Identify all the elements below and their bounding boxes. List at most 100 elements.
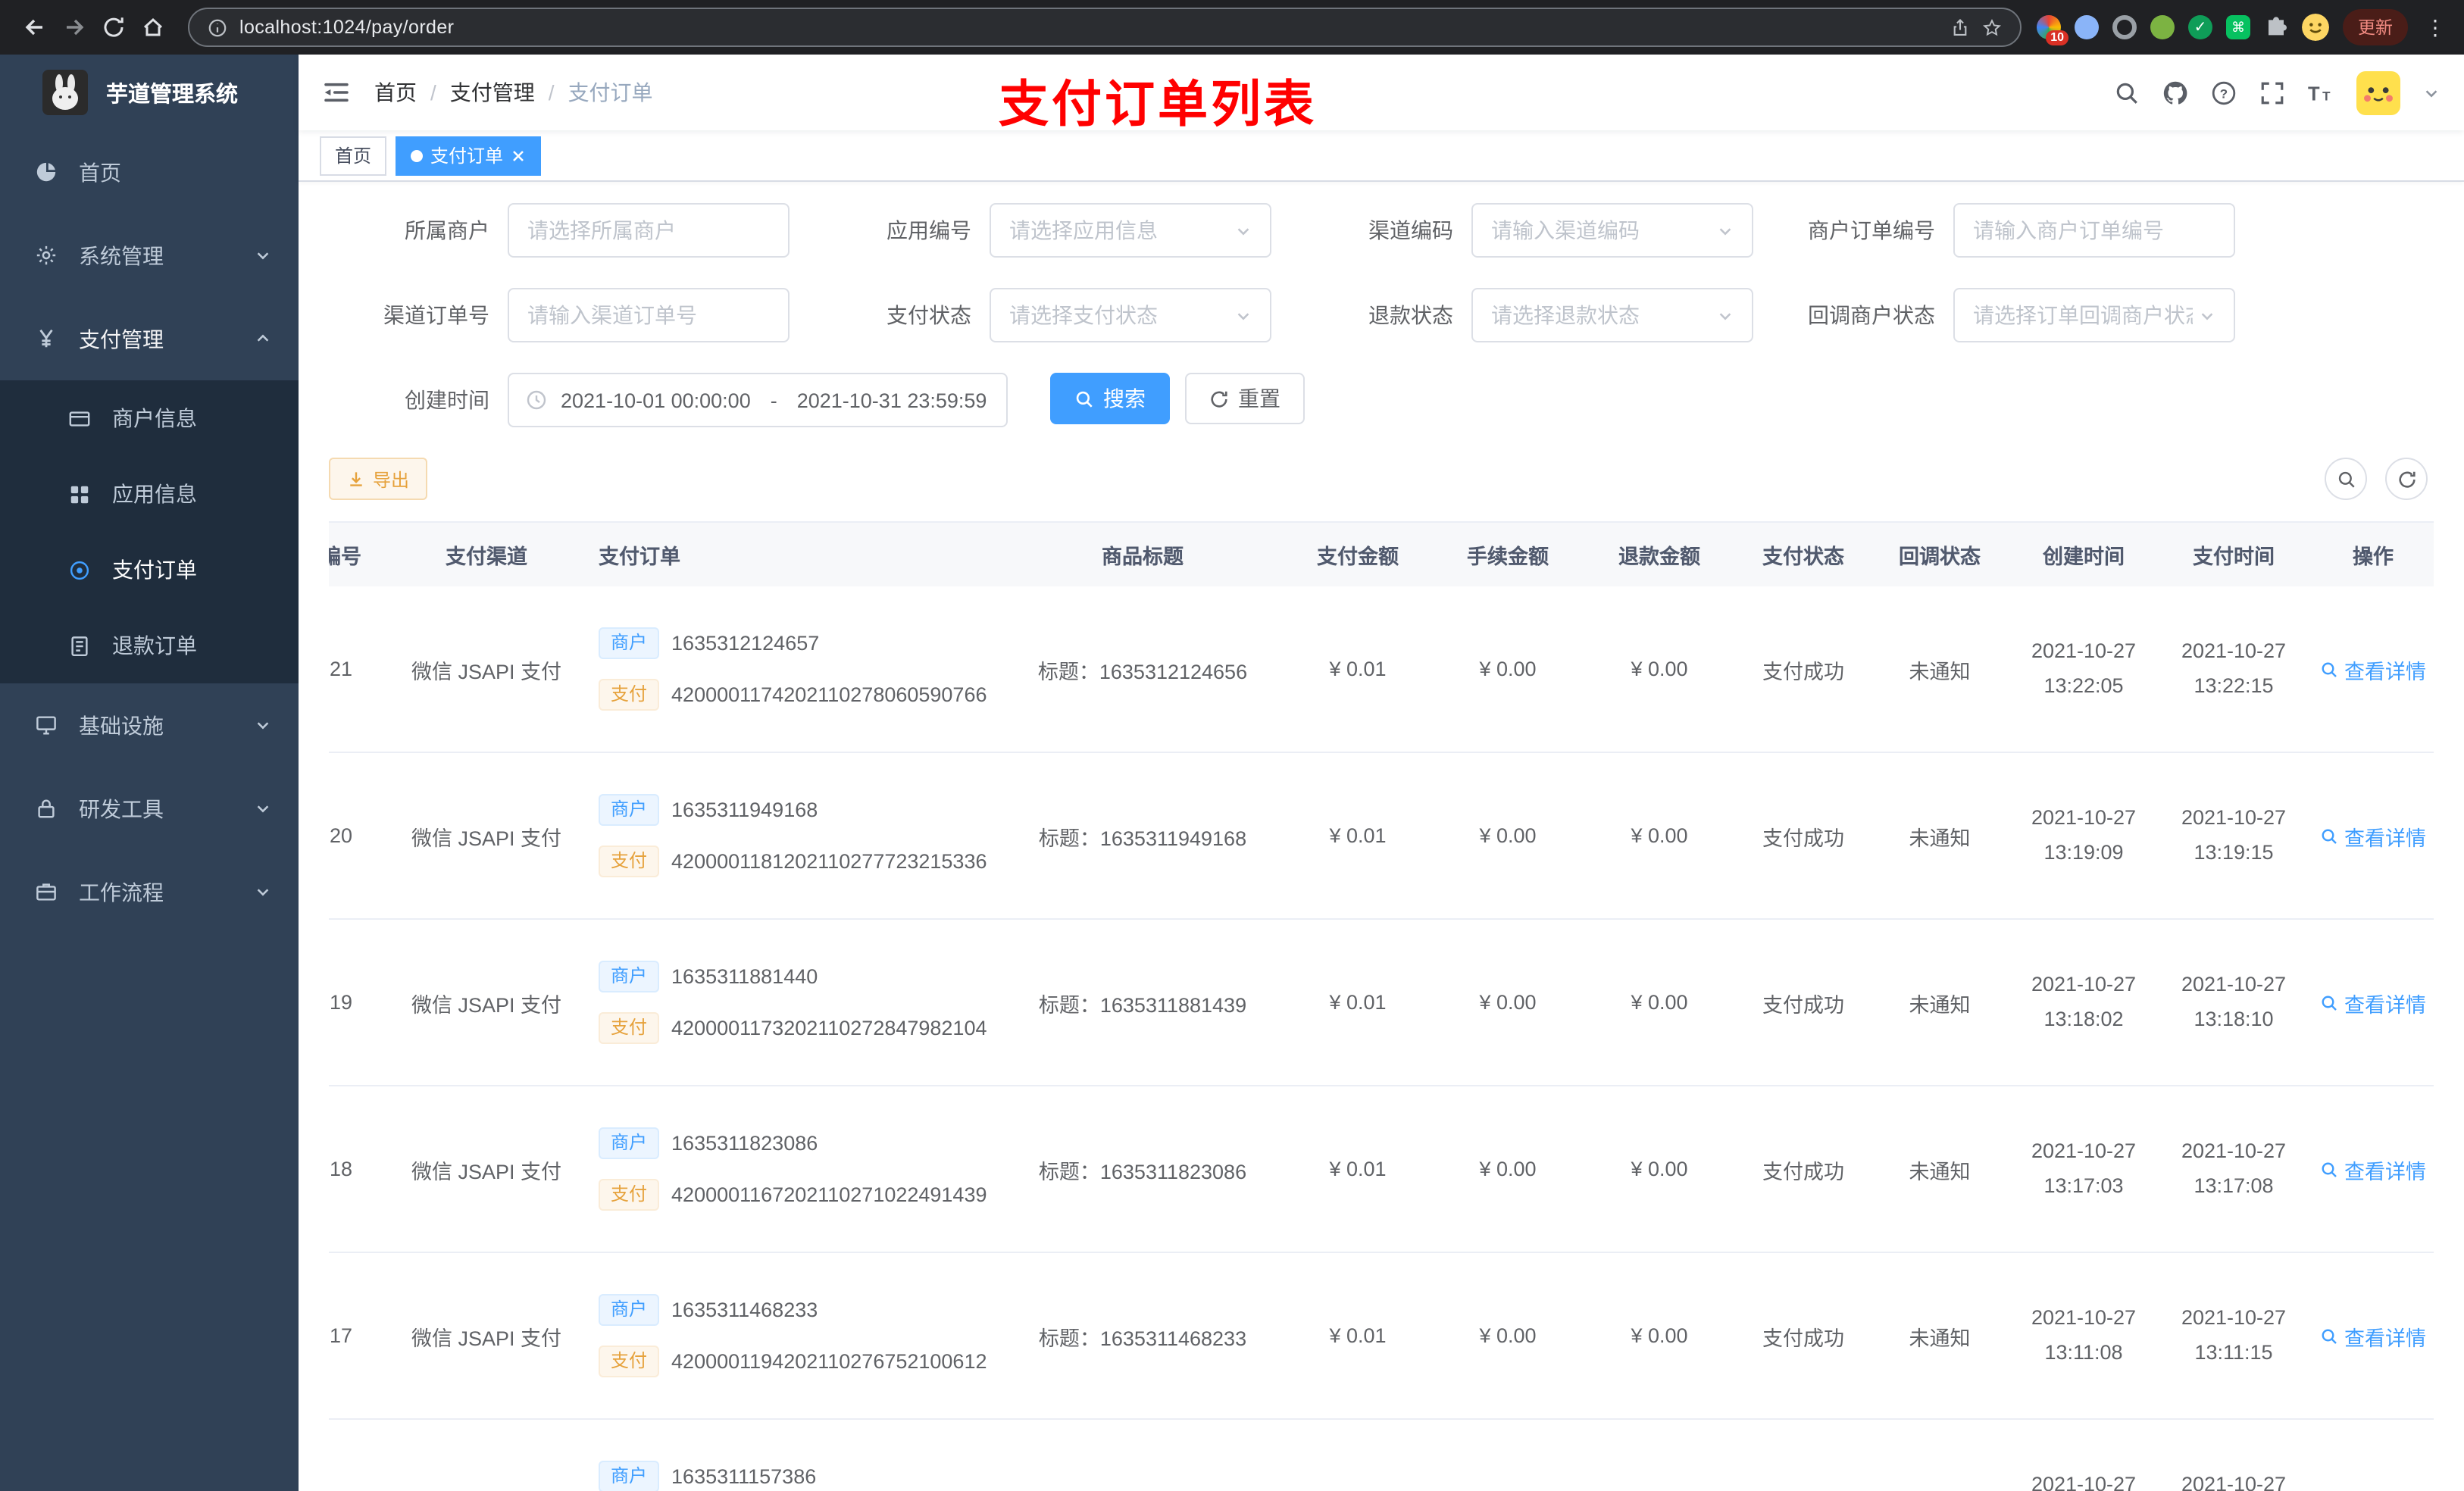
column-header: 手续金额 [1467,545,1549,568]
view-detail-link[interactable]: 查看详情 [2320,987,2426,1017]
channel-order-no-input[interactable] [508,288,790,342]
sidebar-menu: 首页 系统管理 支付管理 商户信息 应用信息 支付订单 退款订单 基础设施 研发… [0,130,299,933]
chevron-down-icon [1717,222,1734,239]
sidebar-item-refund-order[interactable]: 退款订单 [0,608,299,683]
extension-icon[interactable]: ⌘ [2226,15,2250,39]
bookmark-star-icon[interactable] [1982,17,2002,37]
close-icon[interactable] [511,148,526,163]
cell-status: 支付成功 [1762,827,1844,849]
sidebar-item-system[interactable]: 系统管理 [0,214,299,297]
home-icon[interactable] [133,8,173,47]
sidebar-item-payment[interactable]: 支付管理 [0,297,299,380]
profile-avatar[interactable] [2302,14,2329,41]
column-header: 支付金额 [1317,545,1399,568]
sidebar-item-app-info[interactable]: 应用信息 [0,456,299,532]
app-no-select[interactable]: 请选择应用信息 [990,203,1271,258]
extension-icon[interactable] [2150,15,2175,39]
cell-amount: ¥ 0.01 [1284,1420,1432,1491]
caret-down-icon[interactable] [2423,84,2440,101]
sidebar-item-merchant-info[interactable]: 商户信息 [0,380,299,456]
tab-home[interactable]: 首页 [320,136,387,175]
url-text[interactable]: localhost:1024/pay/order [239,17,1938,38]
back-icon[interactable] [15,8,55,47]
reset-button[interactable]: 重置 [1185,373,1305,424]
font-size-icon[interactable]: TT [2308,80,2334,105]
toggle-search-button[interactable] [2325,458,2367,500]
cell-title: 标题：1635311949168 [1038,827,1247,849]
share-icon[interactable] [1950,17,1970,37]
reload-icon[interactable] [94,8,133,47]
forward-icon[interactable] [55,8,94,47]
cell-create-time: 2021-10-27 13:22:05 [2031,639,2137,696]
lock-icon [33,797,58,820]
merchant-filter-input[interactable] [508,203,790,258]
cell-action: 查看详情 [2308,1253,2434,1418]
cell-id: 18 [329,1158,353,1180]
cell-fee: ¥ 0.00 [1479,1324,1537,1347]
help-icon[interactable]: ? [2211,80,2237,105]
export-button[interactable]: 导出 [329,458,428,500]
app-title: 芋道管理系统 [106,83,238,107]
create-time-range-picker[interactable]: 2021-10-01 00:00:00 - 2021-10-31 23:59:5… [508,373,1008,427]
browser-menu-icon[interactable]: ⋮ [2422,14,2449,40]
extension-icon[interactable]: ✓ [2188,15,2212,39]
merchant-tag: 商户 [599,1461,660,1491]
table-row: 19 微信 JSAPI 支付 商户 1635311881440 支付 42000… [329,920,2434,1086]
channel-code-select[interactable]: 请输入渠道编码 [1471,203,1753,258]
tab-pay-order[interactable]: 支付订单 [396,136,542,175]
table-row: 20 微信 JSAPI 支付 商户 1635311949168 支付 42000… [329,753,2434,920]
refund-status-select[interactable]: 请选择退款状态 [1471,288,1753,342]
tags-view: 首页 支付订单 [299,130,2464,182]
search-button[interactable]: 搜索 [1050,373,1170,424]
cell-create-time: 2021-10-27 13:18:02 [2031,972,2137,1030]
search-icon[interactable] [2114,80,2140,105]
url-bar[interactable]: localhost:1024/pay/order [188,8,2022,47]
site-info-icon[interactable] [208,17,227,37]
view-detail-link[interactable]: 查看详情 [2320,1487,2426,1491]
navbar-actions: ? TT [2114,70,2440,114]
filter-label: 所属商户 [405,218,489,242]
extensions-puzzle-icon[interactable] [2264,15,2288,39]
browser-update-button[interactable]: 更新 [2343,9,2408,45]
cell-pay-time: 2021-10-27 13:06:08 [2181,1472,2287,1491]
view-detail-link[interactable]: 查看详情 [2320,1154,2426,1184]
user-avatar[interactable] [2356,70,2400,114]
hamburger-icon[interactable] [323,79,350,106]
callback-status-select[interactable]: 请选择订单回调商户状态 [1953,288,2235,342]
main-area: 首页 / 支付管理 / 支付订单 支付订单列表 ? T T 首页 支付订单 所属… [299,55,2464,1491]
cell-amount: ¥ 0.01 [1329,991,1387,1014]
fullscreen-icon[interactable] [2259,80,2285,105]
sidebar-item-dev-tools[interactable]: 研发工具 [0,767,299,850]
view-detail-link[interactable]: 查看详情 [2320,1321,2426,1351]
sidebar-item-workflow[interactable]: 工作流程 [0,850,299,933]
merchant-order-no-input[interactable] [1953,203,2235,258]
cell-status: 支付成功 [1762,1327,1844,1349]
breadcrumb-payment[interactable]: 支付管理 [450,77,535,108]
cell-create-time: 2021-10-27 13:17:03 [2031,1139,2137,1196]
pay-status-select[interactable]: 请选择支付状态 [990,288,1271,342]
extension-icon[interactable]: 10 [2037,15,2068,45]
column-header: 支付时间 [2193,545,2275,568]
breadcrumb-home[interactable]: 首页 [374,77,417,108]
sidebar-item-infrastructure[interactable]: 基础设施 [0,683,299,767]
merchant-tag: 商户 [599,1127,660,1159]
cell-pay-time: 2021-10-27 13:18:10 [2181,972,2287,1030]
app-logo[interactable]: 芋道管理系统 [0,55,299,130]
sidebar-item-home[interactable]: 首页 [0,130,299,214]
page-content: 所属商户 应用编号 请选择应用信息 渠道编码 [299,182,2464,1491]
cell-title: 标题：1635312124656 [1037,660,1248,683]
cell-amount: ¥ 0.01 [1329,658,1387,680]
navbar: 首页 / 支付管理 / 支付订单 支付订单列表 ? T T [299,55,2464,132]
view-detail-link[interactable]: 查看详情 [2320,654,2426,684]
refresh-table-button[interactable] [2385,458,2428,500]
orders-table: 编号 支付渠道 支付订单 商品标题 支付金额 手续金额 退款金额 支付状态 回调… [329,521,2434,1491]
view-detail-link[interactable]: 查看详情 [2320,821,2426,851]
extension-icon[interactable] [2075,15,2099,39]
filter-row: 所属商户 应用编号 请选择应用信息 渠道编码 [329,203,2434,258]
cell-amount: ¥ 0.01 [1329,1324,1387,1347]
sidebar-item-pay-order[interactable]: 支付订单 [0,532,299,608]
filter-label: 渠道编码 [1368,218,1453,242]
extension-icon[interactable] [2112,15,2137,39]
github-icon[interactable] [2162,80,2188,105]
cell-pay-order: 商户 1635311157386 支付 42000011902021102789… [577,1420,1002,1491]
